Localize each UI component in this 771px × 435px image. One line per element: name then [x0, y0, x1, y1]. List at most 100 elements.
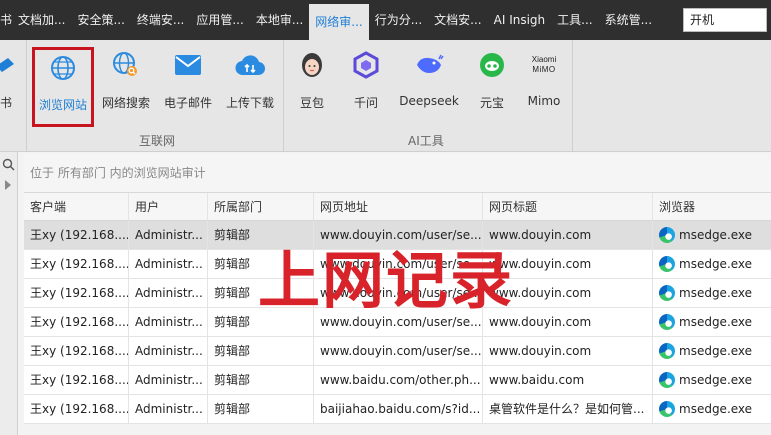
cell-department: 剪辑部 — [208, 395, 314, 423]
menu-item-ai-insight[interactable]: AI Insigh — [488, 0, 552, 40]
upload-download-label: 上传下载 — [225, 96, 274, 110]
menu-item-terminal-security[interactable]: 终端安... — [131, 0, 190, 40]
upload-download-button[interactable]: 上传下载 — [222, 40, 278, 124]
cell-text: 剪辑部 — [214, 402, 251, 416]
menu-item-doc-encrypt[interactable]: 文档加... — [12, 0, 71, 40]
cell-text: msedge.exe — [679, 402, 753, 416]
browse-websites-button[interactable]: 浏览网站 — [32, 47, 94, 127]
deepseek-button[interactable]: Deepseek — [396, 40, 462, 124]
cell-client: 王xy (192.168.... — [24, 366, 129, 394]
cell-client: 王xy (192.168.... — [24, 395, 129, 423]
ribbon-separator — [26, 40, 27, 152]
cell-url: www.douyin.com/user/se... — [314, 337, 483, 365]
ai-tools-group-label: AI工具 — [408, 134, 444, 148]
yuanbao-icon — [477, 50, 507, 80]
cell-text: 王xy (192.168.... — [30, 315, 129, 329]
cell-text: www.douyin.com — [489, 315, 592, 329]
cell-text: 剪辑部 — [214, 315, 251, 329]
cell-text: www.douyin.com/user/se... — [320, 315, 482, 329]
menu-item-tools[interactable]: 工具... — [551, 0, 598, 40]
cell-text: 王xy (192.168.... — [30, 228, 129, 242]
menu-item-app-management[interactable]: 应用管... — [190, 0, 249, 40]
menu-item-behavior-analysis[interactable]: 行为分... — [369, 0, 428, 40]
cell-client: 王xy (192.168.... — [24, 337, 129, 365]
cell-page-title: 桌管软件是什么？是如何管... — [483, 395, 653, 423]
partial-icon — [0, 50, 20, 80]
table-row[interactable]: 王xy (192.168.... Administr... 剪辑部 baijiahao… — [24, 395, 771, 424]
column-header-user[interactable]: 用户 — [129, 193, 208, 220]
cell-page-title: www.baidu.com — [483, 366, 653, 394]
ribbon-toolbar: 书 浏览网站 网络搜索 电子邮件 上传下载 互联网 豆包 千问 Deepseek… — [0, 40, 771, 152]
menu-item-local-audit[interactable]: 本地审... — [250, 0, 309, 40]
cell-browser: msedge.exe — [653, 366, 771, 394]
cell-text: www.douyin.com — [489, 344, 592, 358]
column-header-browser[interactable]: 浏览器 — [653, 193, 771, 220]
cell-text: 王xy (192.168.... — [30, 373, 129, 387]
cell-client: 王xy (192.168.... — [24, 221, 129, 249]
cell-user: Administr... — [129, 250, 208, 278]
search-input[interactable]: 开机 — [683, 8, 767, 32]
cell-browser: msedge.exe — [653, 279, 771, 307]
cell-text: 剪辑部 — [214, 228, 251, 242]
table-row[interactable]: 王xy (192.168.... Administr... 剪辑部 www.douyi… — [24, 337, 771, 366]
edge-browser-icon — [659, 314, 675, 330]
cell-page-title: www.douyin.com — [483, 337, 653, 365]
email-label: 电子邮件 — [163, 96, 212, 110]
cell-text: Administr... — [135, 373, 203, 387]
left-collapsed-panel[interactable] — [0, 152, 18, 435]
column-header-page-title[interactable]: 网页标题 — [483, 193, 653, 220]
cell-text: 桌管软件是什么？是如何管... — [489, 402, 645, 416]
ribbon-partial-label: 书 — [0, 96, 12, 110]
menu-item-system-management[interactable]: 系统管... — [599, 0, 658, 40]
cell-user: Administr... — [129, 366, 208, 394]
cell-text: www.douyin.com — [489, 228, 592, 242]
doubao-icon — [297, 50, 327, 80]
web-search-button[interactable]: 网络搜索 — [98, 40, 154, 124]
cell-text: www.douyin.com/user/se... — [320, 344, 482, 358]
table-row[interactable]: 王xy (192.168.... Administr... 剪辑部 www.baidu… — [24, 366, 771, 395]
cell-text: 王xy (192.168.... — [30, 286, 129, 300]
cell-text: baijiahao.baidu.com/s?id... — [320, 402, 481, 416]
globe-search-icon — [111, 50, 141, 80]
cell-browser: msedge.exe — [653, 221, 771, 249]
column-header-url[interactable]: 网页地址 — [314, 193, 483, 220]
xiaomi-mimo-icon: Xiaomi MiMO — [531, 55, 557, 74]
column-header-department[interactable]: 所属部门 — [208, 193, 314, 220]
cell-browser: msedge.exe — [653, 250, 771, 278]
edge-browser-icon — [659, 256, 675, 272]
cell-text: msedge.exe — [679, 315, 753, 329]
mimo-button[interactable]: Xiaomi MiMO Mimo — [522, 40, 566, 124]
overlay-caption: 上网记录 — [258, 244, 515, 317]
search-icon[interactable] — [2, 158, 15, 174]
cell-text: Administr... — [135, 315, 203, 329]
email-button[interactable]: 电子邮件 — [160, 40, 216, 124]
cell-text: 剪辑部 — [214, 257, 251, 271]
cell-text: 王xy (192.168.... — [30, 402, 129, 416]
menu-item-0[interactable]: 书 — [0, 0, 12, 40]
doubao-button[interactable]: 豆包 — [290, 40, 334, 124]
cell-text: Administr... — [135, 344, 203, 358]
column-header-client[interactable]: 客户端 — [24, 193, 129, 220]
cell-user: Administr... — [129, 308, 208, 336]
expand-arrow-icon[interactable] — [5, 180, 11, 190]
cell-department: 剪辑部 — [208, 337, 314, 365]
edge-browser-icon — [659, 285, 675, 301]
cell-text: 王xy (192.168.... — [30, 257, 129, 271]
cell-text: msedge.exe — [679, 286, 753, 300]
cell-text: Administr... — [135, 286, 203, 300]
cell-url: www.baidu.com/other.ph... — [314, 366, 483, 394]
yuanbao-button[interactable]: 元宝 — [470, 40, 514, 124]
ribbon-partial-button[interactable]: 书 — [0, 40, 14, 124]
menu-item-doc-security[interactable]: 文档安... — [428, 0, 487, 40]
internet-group-label: 互联网 — [139, 134, 176, 148]
cell-browser: msedge.exe — [653, 308, 771, 336]
cell-text: msedge.exe — [679, 228, 753, 242]
cell-text: www.baidu.com — [489, 373, 585, 387]
cell-text: msedge.exe — [679, 257, 753, 271]
menu-item-security-policy[interactable]: 安全策... — [71, 0, 130, 40]
breadcrumb: 位于 所有部门 内的浏览网站审计 — [24, 153, 771, 193]
menu-item-network-audit[interactable]: 网络审... — [309, 4, 369, 40]
cell-browser: msedge.exe — [653, 395, 771, 423]
cell-user: Administr... — [129, 337, 208, 365]
qianwen-button[interactable]: 千问 — [344, 40, 388, 124]
